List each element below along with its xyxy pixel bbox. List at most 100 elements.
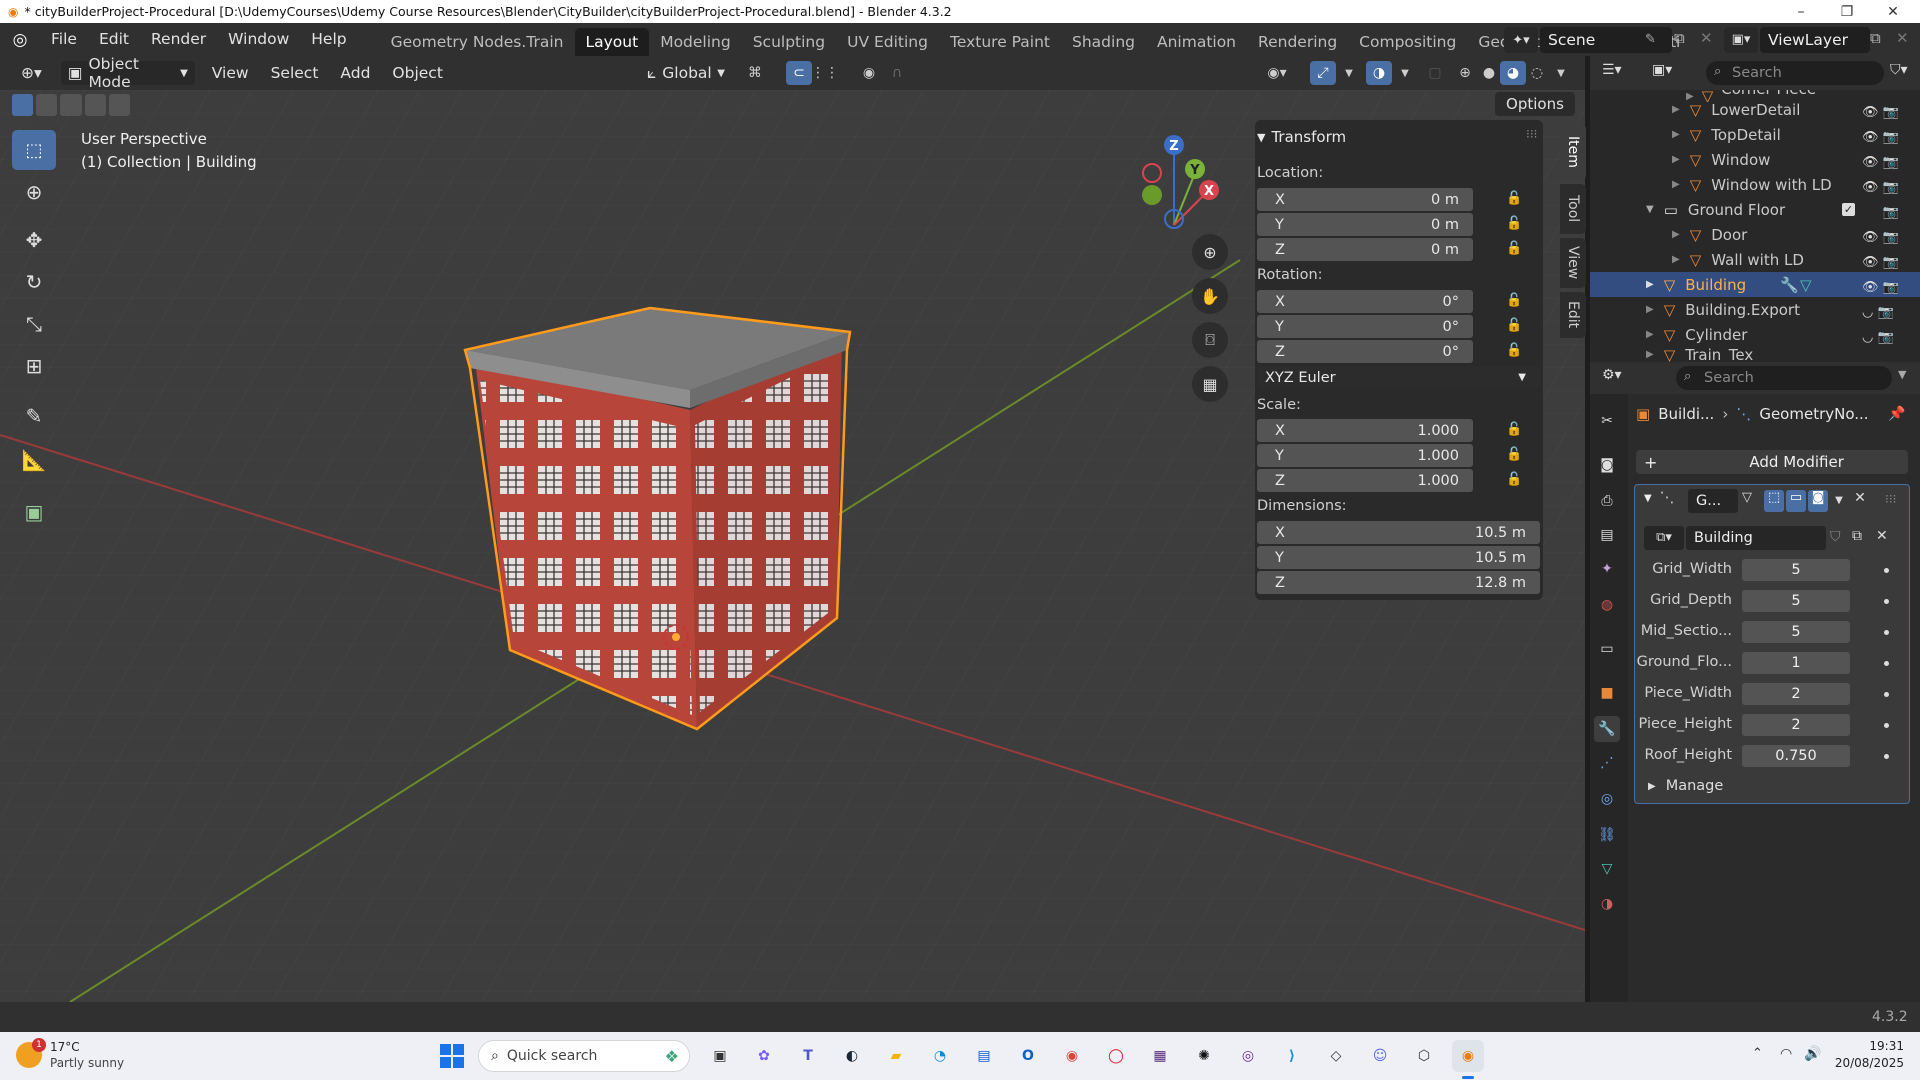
material-tab-icon[interactable]: ◑ (1594, 891, 1620, 917)
modifier-name-field[interactable]: G... (1688, 489, 1738, 513)
tab-compositing[interactable]: Compositing (1348, 28, 1467, 56)
opera-icon[interactable]: ◯ (1100, 1040, 1132, 1072)
teams-icon[interactable]: T (792, 1040, 824, 1072)
transform-orientation-dropdown[interactable]: ⟀ Global ▼ (640, 61, 732, 85)
lock-icon[interactable]: 🔓 (1506, 472, 1522, 487)
app-icon[interactable]: ▦ (1144, 1040, 1176, 1072)
unity-icon[interactable]: ◇ (1320, 1040, 1352, 1072)
outliner-search-input[interactable]: Search (1706, 61, 1884, 85)
transform-header[interactable]: ▼ Transform (1257, 128, 1346, 146)
scale-x-field[interactable]: X 1.000 (1257, 419, 1473, 442)
dimensions-x-field[interactable]: X 10.5 m (1257, 521, 1540, 544)
tab-tool[interactable]: Tool (1560, 184, 1586, 234)
steam-icon[interactable]: ◐ (836, 1040, 868, 1072)
display-mode-icon[interactable]: ▣▾ (1652, 62, 1672, 78)
select-new-icon[interactable] (12, 94, 34, 116)
menu-window[interactable]: Window (217, 23, 300, 56)
tab-shading[interactable]: Shading (1061, 28, 1146, 56)
clock-time[interactable]: 19:31 (1840, 1039, 1904, 1053)
vscode-icon[interactable]: ⟩ (1276, 1040, 1308, 1072)
eye-icon[interactable]: ◡ 📷 (1862, 325, 1912, 350)
proportional-editing-icon[interactable]: ◉ (856, 61, 882, 85)
rotate-tool[interactable]: ↻ (12, 262, 56, 302)
new-scene-icon[interactable]: ⧉ (1674, 29, 1685, 47)
eye-icon[interactable]: 👁 📷 (1862, 150, 1912, 175)
maximize-button[interactable]: ❐ (1824, 0, 1870, 23)
scale-y-field[interactable]: Y 1.000 (1257, 444, 1473, 467)
add-modifier-button[interactable]: + Add Modifier (1636, 450, 1908, 474)
select-subtract-icon[interactable] (60, 94, 82, 116)
tab-animation[interactable]: Animation (1146, 28, 1247, 56)
unlink-icon[interactable]: ✕ (1876, 528, 1888, 544)
ortho-toggle-icon[interactable]: ▦ (1192, 366, 1228, 402)
rotation-z-field[interactable]: Z 0° (1257, 340, 1473, 363)
menu-add[interactable]: Add (329, 57, 381, 90)
dimensions-z-field[interactable]: Z 12.8 m (1257, 571, 1540, 594)
editor-type-button[interactable]: ⊕▾ (14, 61, 49, 85)
outlook-icon[interactable]: O (1012, 1040, 1044, 1072)
material-preview-icon[interactable]: ◕ (1500, 61, 1526, 85)
options-button[interactable]: Options (1495, 92, 1575, 116)
cursor-tool[interactable]: ⊕ (12, 172, 56, 212)
render-tab-icon[interactable]: ◙ (1594, 452, 1620, 478)
lock-icon[interactable]: 🔓 (1506, 191, 1522, 206)
store-icon[interactable]: ▤ (968, 1040, 1000, 1072)
camera-view-icon[interactable]: ⌼ (1192, 322, 1228, 358)
node-group-name-field[interactable]: Building (1686, 526, 1826, 550)
rotation-y-field[interactable]: Y 0° (1257, 315, 1473, 338)
volume-icon[interactable]: 🔊 (1804, 1046, 1821, 1062)
gizmo-x-label[interactable]: X (1204, 184, 1214, 199)
chevron-down-icon[interactable]: ▼ (1336, 61, 1362, 85)
keyframe-dot-icon[interactable] (1884, 661, 1889, 666)
lock-icon[interactable]: 🔓 (1506, 422, 1522, 437)
physics-tab-icon[interactable]: ◎ (1594, 786, 1620, 812)
keyframe-dot-icon[interactable] (1884, 692, 1889, 697)
gizmo-toggle-icon[interactable]: ⤢ (1310, 61, 1336, 85)
menu-edit[interactable]: Edit (88, 23, 140, 56)
select-invert-icon[interactable] (84, 94, 106, 116)
chrome-icon[interactable]: ◉ (1056, 1040, 1088, 1072)
tab-view[interactable]: View (1560, 238, 1586, 288)
editor-type-icon[interactable]: ☰▾ (1602, 62, 1622, 78)
lock-icon[interactable]: 🔓 (1506, 447, 1522, 462)
tab-geometry-nodes-train[interactable]: Geometry Nodes.Train (380, 28, 575, 56)
falloff-icon[interactable]: ∩ (884, 61, 910, 85)
editor-type-icon[interactable]: ⚙▾ (1602, 367, 1622, 383)
rendered-shading-icon[interactable]: ◌ (1524, 61, 1550, 85)
constraints-tab-icon[interactable]: ⛓ (1594, 822, 1620, 848)
menu-help[interactable]: Help (300, 23, 357, 56)
grid-width-field[interactable]: 5 (1742, 559, 1850, 581)
eye-icon[interactable]: 👁 📷 (1862, 250, 1912, 275)
scale-tool[interactable]: ⤡ (12, 304, 56, 344)
menu-view[interactable]: View (201, 57, 260, 90)
select-intersect-icon[interactable] (108, 94, 131, 116)
mid-section-field[interactable]: 5 (1742, 621, 1850, 643)
checkbox-icon[interactable]: ✓ (1842, 203, 1855, 216)
task-view-icon[interactable]: ▣ (704, 1040, 736, 1072)
tab-modeling[interactable]: Modeling (649, 28, 742, 56)
gizmo-z-label[interactable]: Z (1169, 139, 1178, 154)
transform-tool[interactable]: ⊞ (12, 346, 56, 386)
menu-render[interactable]: Render (140, 23, 217, 56)
piece-height-field[interactable]: 2 (1742, 714, 1850, 736)
pin-icon[interactable]: ✎ (1645, 32, 1656, 47)
eye-icon[interactable]: 👁 📷 (1862, 100, 1912, 125)
solid-shading-icon[interactable]: ● (1476, 61, 1502, 85)
wireframe-shading-icon[interactable]: ⊕ (1452, 61, 1478, 85)
lock-icon[interactable]: 🔓 (1506, 216, 1522, 231)
clock-date[interactable]: 20/08/2025 (1830, 1056, 1904, 1070)
unity-hub-icon[interactable]: ⬡ (1408, 1040, 1440, 1072)
copilot-icon[interactable]: ✿ (748, 1040, 780, 1072)
lock-icon[interactable]: 🔓 (1506, 241, 1522, 256)
tab-texture-paint[interactable]: Texture Paint (939, 28, 1061, 56)
manage-panel-header[interactable]: ▶ Manage (1648, 778, 1723, 794)
scene-selector-button[interactable]: ✦▾ (1504, 27, 1538, 53)
xray-icon[interactable]: ▢ (1422, 61, 1448, 85)
viewport-toggle-icon[interactable]: ▭ (1786, 490, 1806, 512)
data-tab-icon[interactable]: ▽ (1594, 856, 1620, 882)
keyframe-dot-icon[interactable] (1884, 754, 1889, 759)
lock-icon[interactable]: 🔓 (1506, 293, 1522, 308)
tab-uv-editing[interactable]: UV Editing (836, 28, 939, 56)
tool-settings-tab-icon[interactable]: ✂ (1594, 408, 1620, 434)
menu-file[interactable]: File (40, 23, 88, 56)
